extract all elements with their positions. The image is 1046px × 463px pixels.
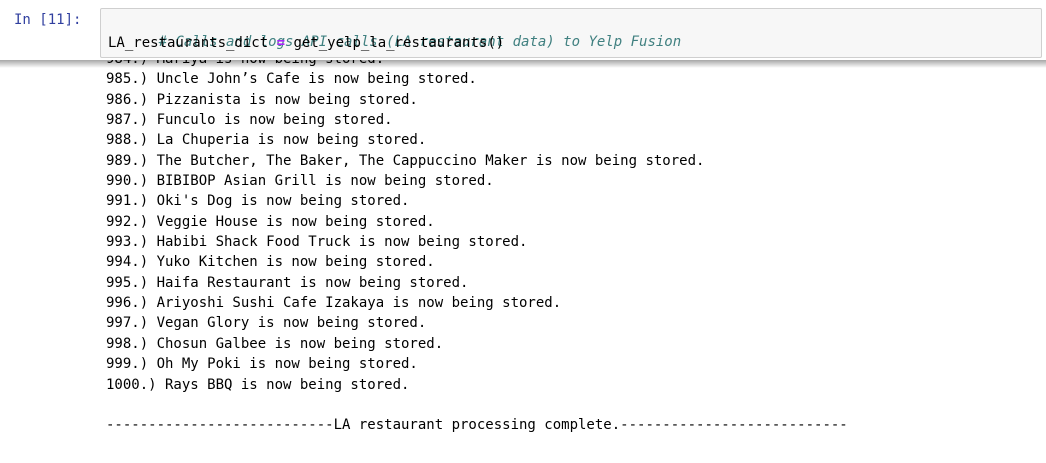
output-line: 985.) Uncle John’s Cafe is now being sto… — [106, 71, 477, 88]
code-variable: LA_restaurants_dict — [108, 35, 269, 51]
input-prompt: In [11]: — [14, 12, 82, 28]
output-line: 994.) Yuko Kitchen is now being stored. — [106, 254, 435, 271]
output-line: 986.) Pizzanista is now being stored. — [106, 91, 418, 108]
output-line: 996.) Ariyoshi Sushi Cafe Izakaya is now… — [106, 295, 562, 312]
output-line: 991.) Oki's Dog is now being stored. — [106, 193, 410, 210]
output-text: 984.) Mariya is now being stored.985.) U… — [106, 60, 848, 436]
output-line: 992.) Veggie House is now being stored. — [106, 213, 435, 230]
code-operator: = — [276, 35, 286, 51]
output-line: 998.) Chosun Galbee is now being stored. — [106, 335, 444, 352]
output-line: 993.) Habibi Shack Food Truck is now bei… — [106, 234, 528, 251]
notebook-cell: In [11]: # Calls and logs API calls (LA … — [0, 0, 1046, 463]
output-line: 987.) Funculo is now being stored. — [106, 112, 393, 129]
output-line: 995.) Haifa Restaurant is now being stor… — [106, 274, 469, 291]
output-line: 990.) BIBIBOP Asian Grill is now being s… — [106, 173, 494, 190]
output-area[interactable]: 984.) Mariya is now being stored.985.) U… — [0, 60, 1046, 463]
output-line: 988.) La Chuperia is now being stored. — [106, 132, 427, 149]
output-line: 989.) The Butcher, The Baker, The Cappuc… — [106, 152, 705, 169]
output-line: 999.) Oh My Poki is now being stored. — [106, 356, 418, 373]
code-input-area[interactable]: # Calls and logs API calls (LA restauran… — [100, 8, 1042, 58]
output-blank-line — [106, 395, 848, 415]
output-footer: ---------------------------LA restaurant… — [106, 417, 848, 434]
code-function-call: get_yelp_la_restaurants() — [293, 35, 505, 51]
code-line-2: LA_restaurants_dict = get_yelp_la_restau… — [108, 33, 504, 53]
output-line: 1000.) Rays BBQ is now being stored. — [106, 376, 410, 393]
output-line: 997.) Vegan Glory is now being stored. — [106, 315, 427, 332]
output-scroll-shadow — [0, 60, 1046, 68]
